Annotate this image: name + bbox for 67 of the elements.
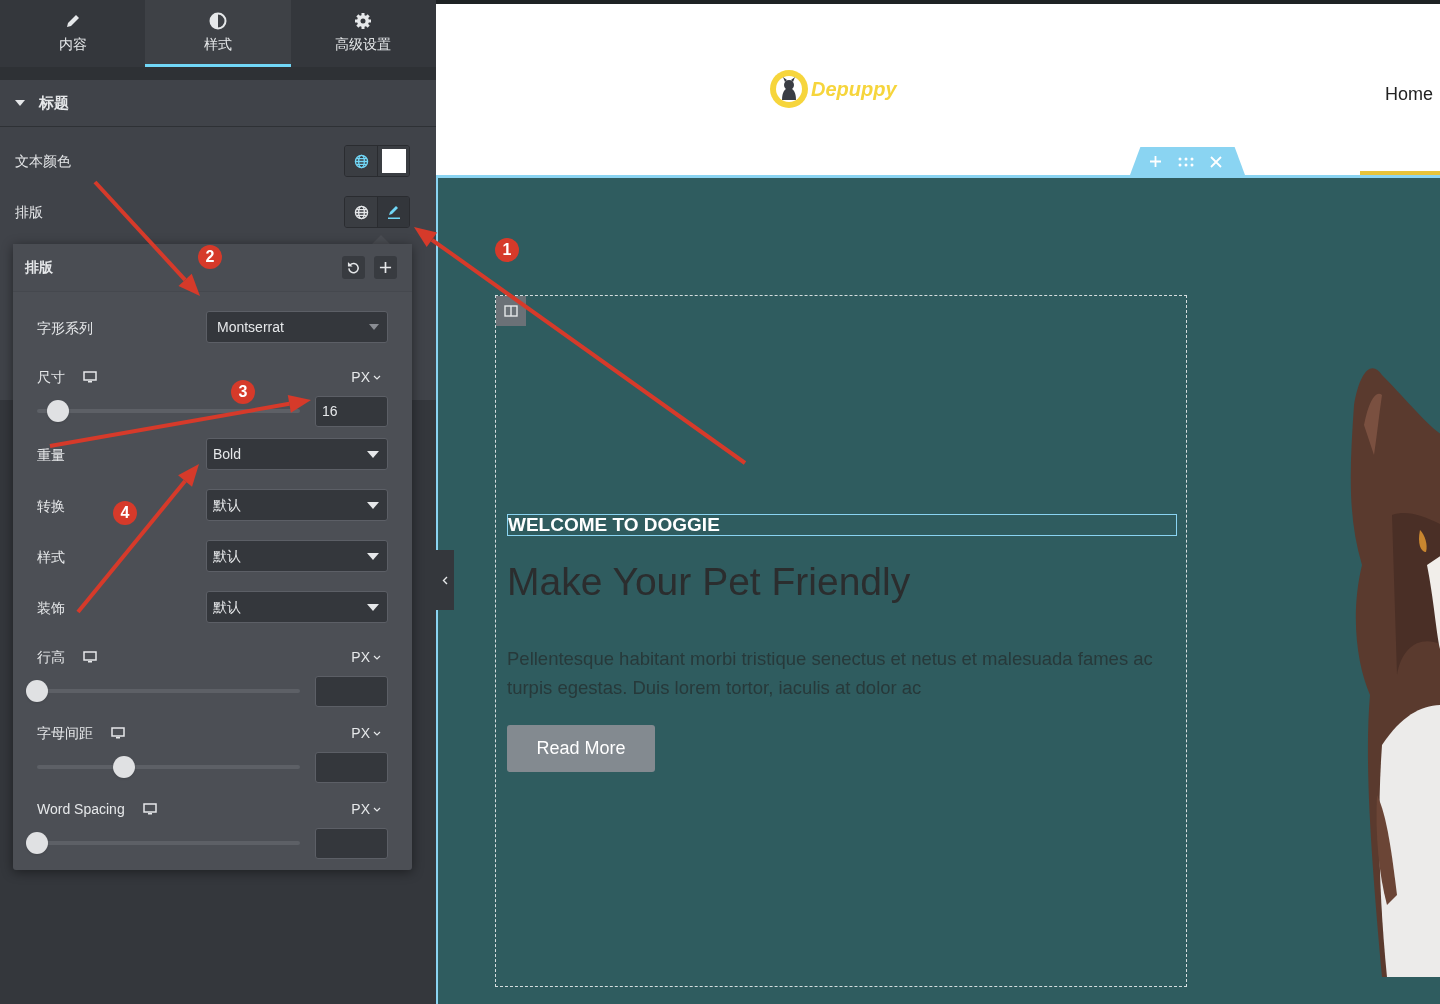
unit-dropdown[interactable]: PX <box>351 366 381 388</box>
undo-icon <box>347 261 360 274</box>
monitor-icon <box>83 651 97 663</box>
monitor-icon <box>111 727 125 739</box>
unit-dropdown[interactable]: PX <box>351 646 381 668</box>
reset-button[interactable] <box>342 256 365 279</box>
field-label: 转换 <box>37 497 65 516</box>
field-label: 尺寸 <box>37 367 65 387</box>
pencil-icon <box>385 204 402 220</box>
field-label: Word Spacing <box>37 799 125 819</box>
field-label: 样式 <box>37 548 65 567</box>
control-label: 文本颜色 <box>15 151 71 171</box>
panel-tab[interactable]: 样式 <box>145 0 291 67</box>
number-input[interactable] <box>315 751 388 783</box>
caret-down-icon <box>367 552 379 560</box>
field-label: 字母间距 <box>37 723 93 743</box>
select-field[interactable]: 默认 <box>206 591 388 623</box>
caret-down-icon <box>367 603 379 611</box>
logo-text: Depuppy <box>811 77 897 102</box>
globe-icon <box>353 204 369 220</box>
global-fonts-button[interactable] <box>345 197 377 227</box>
field-label: 重量 <box>37 446 65 465</box>
gear-icon <box>354 12 373 30</box>
logo-icon <box>770 70 808 108</box>
number-input[interactable] <box>315 675 388 707</box>
unit-dropdown[interactable]: PX <box>351 798 381 820</box>
nav-link[interactable]: Home <box>1385 81 1433 108</box>
select-field[interactable]: Montserrat <box>206 311 388 343</box>
section-header[interactable]: 标题 <box>0 80 436 127</box>
caret-down-icon <box>15 100 25 106</box>
slider-thumb[interactable] <box>26 680 48 702</box>
monitor-icon <box>83 371 97 383</box>
chevron-left-icon <box>442 575 448 585</box>
globe-icon <box>353 153 369 169</box>
column-handle[interactable] <box>496 296 526 326</box>
color-swatch[interactable] <box>377 146 409 176</box>
drag-handle-icon[interactable] <box>1178 156 1194 167</box>
chevron-down-icon <box>373 374 381 380</box>
slider-thumb[interactable] <box>26 832 48 854</box>
plus-icon <box>379 261 392 274</box>
columns-icon <box>504 305 518 317</box>
unit-dropdown[interactable]: PX <box>351 722 381 744</box>
field-label: 装饰 <box>37 599 65 618</box>
add-button[interactable] <box>374 256 397 279</box>
select-field[interactable]: 默认 <box>206 540 388 572</box>
chevron-down-icon <box>373 806 381 812</box>
caret-down-icon <box>367 450 379 458</box>
number-input[interactable]: 16 <box>315 395 388 427</box>
read-more-button[interactable]: Read More <box>507 725 655 772</box>
slider-thumb[interactable] <box>47 400 70 422</box>
field-label: 行高 <box>37 647 65 667</box>
edit-typography-button[interactable] <box>377 197 409 227</box>
chevron-down-icon <box>373 730 381 736</box>
monitor-icon <box>142 803 157 815</box>
control-label: 排版 <box>15 202 43 222</box>
popover-title: 排版 <box>25 258 53 277</box>
select-field[interactable]: 默认 <box>206 489 388 521</box>
contrast-icon <box>209 12 227 30</box>
chevron-down-icon <box>373 654 381 660</box>
subheading: WELCOME TO DOGGIE <box>507 514 1177 536</box>
field-label: 字形系列 <box>37 319 93 338</box>
select-field[interactable]: Bold <box>206 438 388 470</box>
global-colors-button[interactable] <box>345 146 377 176</box>
number-input[interactable] <box>315 827 388 859</box>
caret-down-icon <box>367 501 379 509</box>
slider-thumb[interactable] <box>112 756 135 778</box>
caret-down-icon <box>369 324 379 330</box>
